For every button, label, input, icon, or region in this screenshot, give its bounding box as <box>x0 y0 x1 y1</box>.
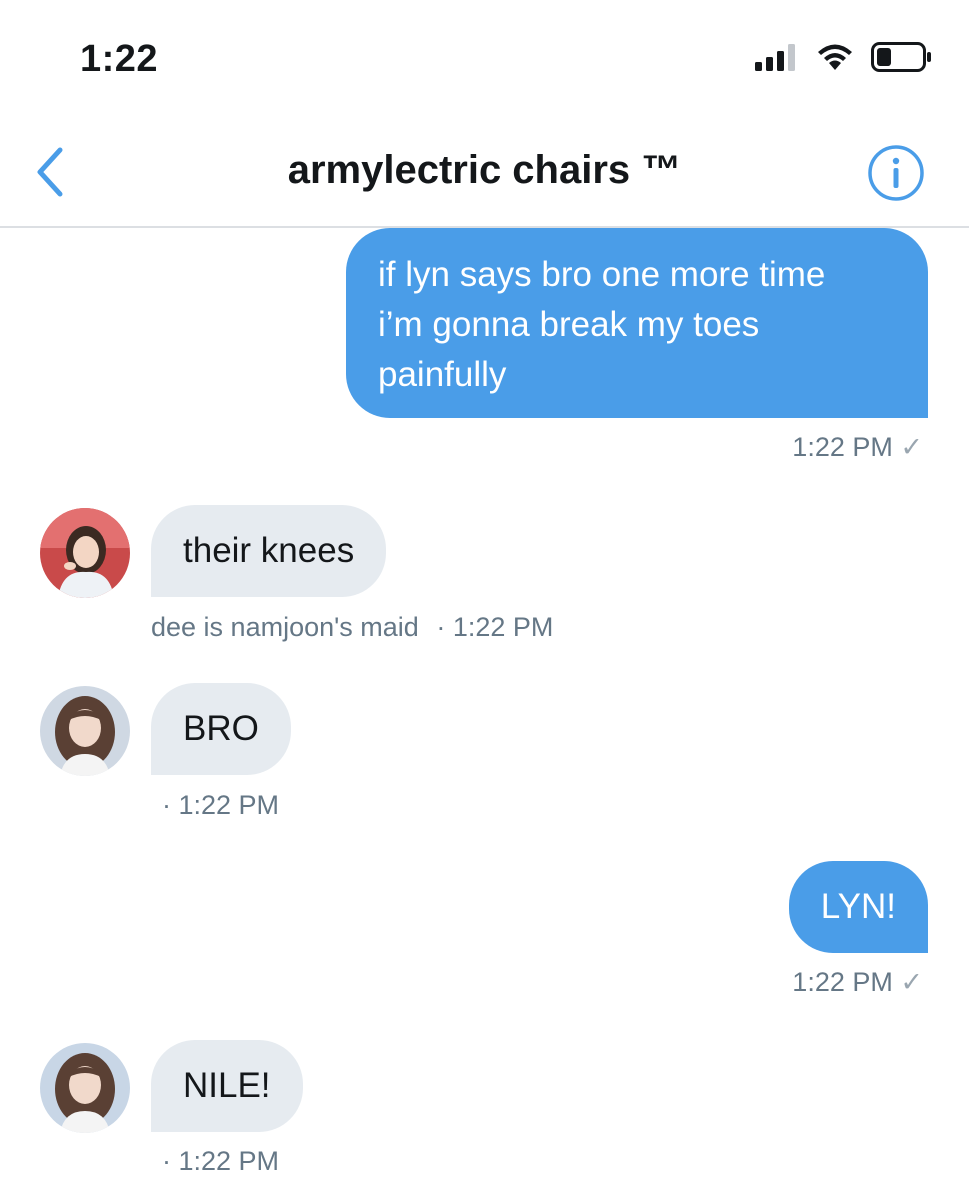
status-time: 1:22 <box>80 38 159 80</box>
sent-check-icon: ✓ <box>900 967 923 997</box>
wifi-icon <box>818 44 852 70</box>
sent-check-icon: ✓ <box>900 432 923 462</box>
message-meta: · 1:22 PM <box>162 790 279 821</box>
conversation-header: armylectric chairs ™ <box>0 118 969 228</box>
outgoing-message-bubble[interactable]: if lyn says bro one more time i’m gonna … <box>346 228 928 418</box>
message-time: 1:22 PM <box>792 967 893 997</box>
avatar[interactable] <box>40 508 130 598</box>
message-meta: dee is namjoon's maid · 1:22 PM <box>151 612 553 643</box>
message-meta: · 1:22 PM <box>162 1146 279 1177</box>
message-text: LYN! <box>820 887 896 926</box>
info-icon <box>868 145 924 201</box>
incoming-message-bubble[interactable]: BRO <box>151 683 291 775</box>
message-meta: 1:22 PM ✓ <box>792 432 923 463</box>
message-time: · 1:22 PM <box>162 1146 280 1176</box>
battery-icon <box>871 42 931 72</box>
message-line: if lyn says bro one more time <box>378 255 826 294</box>
status-icons <box>755 42 933 72</box>
incoming-message-bubble[interactable]: NILE! <box>151 1040 303 1132</box>
avatar[interactable] <box>40 1043 130 1133</box>
dm-conversation-screen: 1:22 armylectric chairs ™ if lyn says br… <box>0 0 969 1200</box>
info-button[interactable] <box>867 144 925 202</box>
message-text: BRO <box>183 709 259 748</box>
incoming-message-bubble[interactable]: their knees <box>151 505 387 597</box>
sender-name: dee is namjoon's maid <box>151 612 419 642</box>
outgoing-message-bubble[interactable]: LYN! <box>788 861 928 953</box>
message-time: 1:22 PM <box>792 432 893 462</box>
cellular-signal-icon <box>755 44 795 71</box>
message-time: · 1:22 PM <box>162 790 280 820</box>
avatar[interactable] <box>40 686 130 776</box>
message-text: their knees <box>183 531 355 570</box>
message-text: NILE! <box>183 1066 271 1105</box>
message-meta: 1:22 PM ✓ <box>792 967 923 998</box>
message-line: painfully <box>378 355 507 394</box>
message-line: i’m gonna break my toes <box>378 305 760 344</box>
conversation-title: armylectric chairs ™ <box>287 148 682 192</box>
message-time: · 1:22 PM <box>436 612 554 642</box>
